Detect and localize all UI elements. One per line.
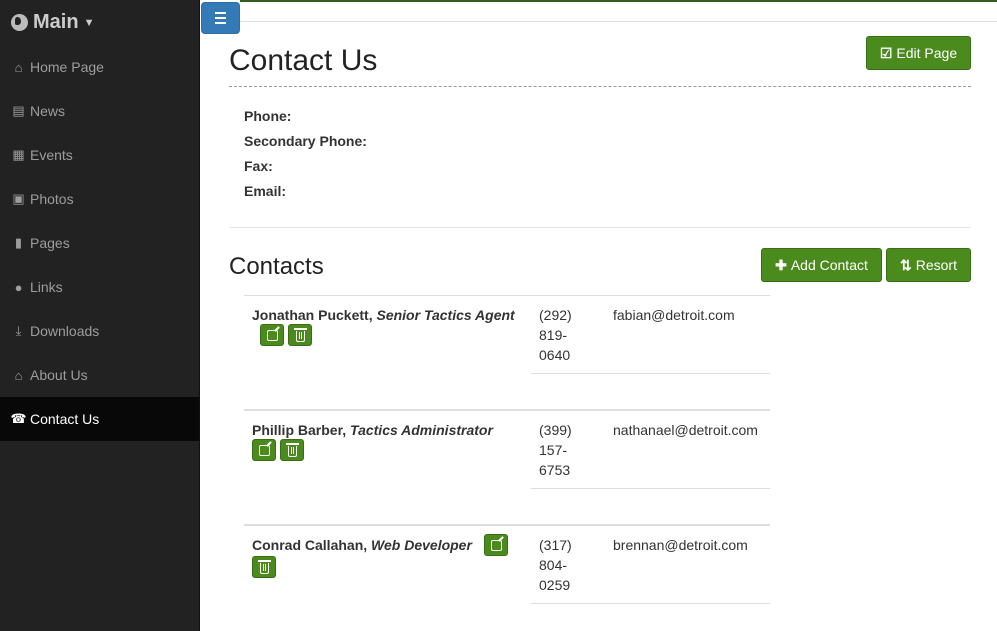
phone-icon: ☎	[10, 411, 27, 426]
picture-icon: ▣	[12, 191, 25, 206]
newspaper-icon: ▤	[12, 103, 25, 118]
sidebar-item-pages[interactable]: ▮ Pages	[0, 221, 199, 265]
edit-contact-button[interactable]	[260, 324, 284, 346]
sort-icon: ⇅	[900, 256, 912, 273]
sidebar-item-news[interactable]: ▤ News	[0, 89, 199, 133]
top-divider	[240, 21, 997, 22]
sidebar-item-home-page[interactable]: ⌂ Home Page	[0, 45, 199, 89]
calendar-icon: ▦	[12, 147, 25, 162]
sidebar-item-label: Events	[30, 147, 73, 163]
resort-label: Resort	[915, 257, 957, 273]
edit-page-button[interactable]: ☑ Edit Page	[866, 36, 971, 70]
contact-row: Jonathan Puckett, Senior Tactics Agent (…	[244, 295, 770, 375]
contact-email: brennan@detroit.com	[613, 537, 748, 553]
sidebar-item-label: About Us	[30, 367, 88, 383]
info-secondary-phone: Secondary Phone:	[244, 133, 367, 149]
contact-name: Jonathan Puckett, Senior Tactics Agent	[252, 307, 515, 323]
add-contact-label: Add Contact	[790, 257, 868, 273]
brand-label: Main	[33, 11, 79, 33]
trash-icon	[293, 327, 307, 342]
sidebar-item-downloads[interactable]: ⤓ Downloads	[0, 309, 199, 353]
home-icon: ⌂	[14, 59, 23, 75]
sidebar-item-photos[interactable]: ▣ Photos	[0, 177, 199, 221]
contact-name: Conrad Callahan, Web Developer	[252, 537, 472, 553]
download-icon: ⤓	[15, 323, 22, 338]
sidebar-item-label: Home Page	[30, 59, 104, 75]
bank-icon: ⌂	[14, 367, 23, 383]
page-title: Contact Us	[229, 44, 378, 77]
top-accent-line	[240, 0, 997, 2]
sidebar-item-contact-us[interactable]: ☎ Contact Us	[0, 397, 199, 441]
info-fax: Fax:	[244, 158, 273, 174]
hamburger-icon	[215, 12, 226, 14]
contact-row: Conrad Callahan, Web Developer (317) 804…	[244, 524, 770, 606]
edit-contact-button[interactable]	[484, 534, 508, 556]
trash-icon	[285, 442, 299, 457]
contact-email: nathanael@detroit.com	[613, 422, 758, 438]
contact-phone: (292) 819-0640	[539, 307, 572, 363]
sidebar: Main ▼ ⌂ Home Page ▤ News ▦ Events ▣ Pho…	[0, 0, 200, 631]
contact-info: Phone: Secondary Phone: Fax: Email:	[244, 108, 367, 208]
edit-icon: ☑	[879, 44, 893, 61]
edit-icon	[266, 329, 278, 341]
sidebar-item-label: Pages	[30, 235, 70, 251]
info-phone: Phone:	[244, 108, 292, 124]
contacts-heading: Contacts	[229, 253, 324, 280]
resort-button[interactable]: ⇅ Resort	[886, 248, 971, 282]
contact-email: fabian@detroit.com	[613, 307, 735, 323]
sidebar-item-label: Contact Us	[30, 411, 100, 427]
brand-menu[interactable]: Main ▼	[0, 0, 199, 45]
contact-name: Phillip Barber, Tactics Administrator	[252, 422, 493, 438]
contact-phone: (399) 157-6753	[539, 422, 572, 478]
globe-icon: ●	[14, 279, 23, 295]
sidebar-item-about-us[interactable]: ⌂ About Us	[0, 353, 199, 397]
file-icon: ▮	[14, 235, 23, 250]
info-email: Email:	[244, 183, 287, 199]
edit-icon	[490, 539, 502, 551]
add-contact-button[interactable]: ✚ Add Contact	[761, 248, 882, 282]
edit-icon	[258, 444, 270, 456]
edit-contact-button[interactable]	[252, 439, 276, 461]
edit-page-label: Edit Page	[896, 45, 958, 61]
delete-contact-button[interactable]	[252, 556, 276, 578]
caret-down-icon: ▼	[83, 16, 95, 29]
sidebar-toggle-button[interactable]	[201, 2, 240, 34]
plus-icon: ✚	[775, 256, 787, 273]
sidebar-item-events[interactable]: ▦ Events	[0, 133, 199, 177]
sidebar-item-links[interactable]: ● Links	[0, 265, 199, 309]
title-divider	[229, 86, 971, 87]
section-divider	[229, 227, 971, 228]
delete-contact-button[interactable]	[288, 324, 312, 346]
sidebar-item-label: Downloads	[30, 323, 100, 339]
trash-icon	[257, 559, 271, 574]
sidebar-item-label: Photos	[30, 191, 74, 207]
contact-phone: (317) 804-0259	[539, 537, 572, 593]
contact-row: Phillip Barber, Tactics Administrator (3…	[244, 409, 770, 491]
globe-icon	[11, 14, 28, 31]
sidebar-item-label: Links	[30, 279, 63, 295]
delete-contact-button[interactable]	[280, 439, 304, 461]
sidebar-item-label: News	[30, 103, 66, 119]
